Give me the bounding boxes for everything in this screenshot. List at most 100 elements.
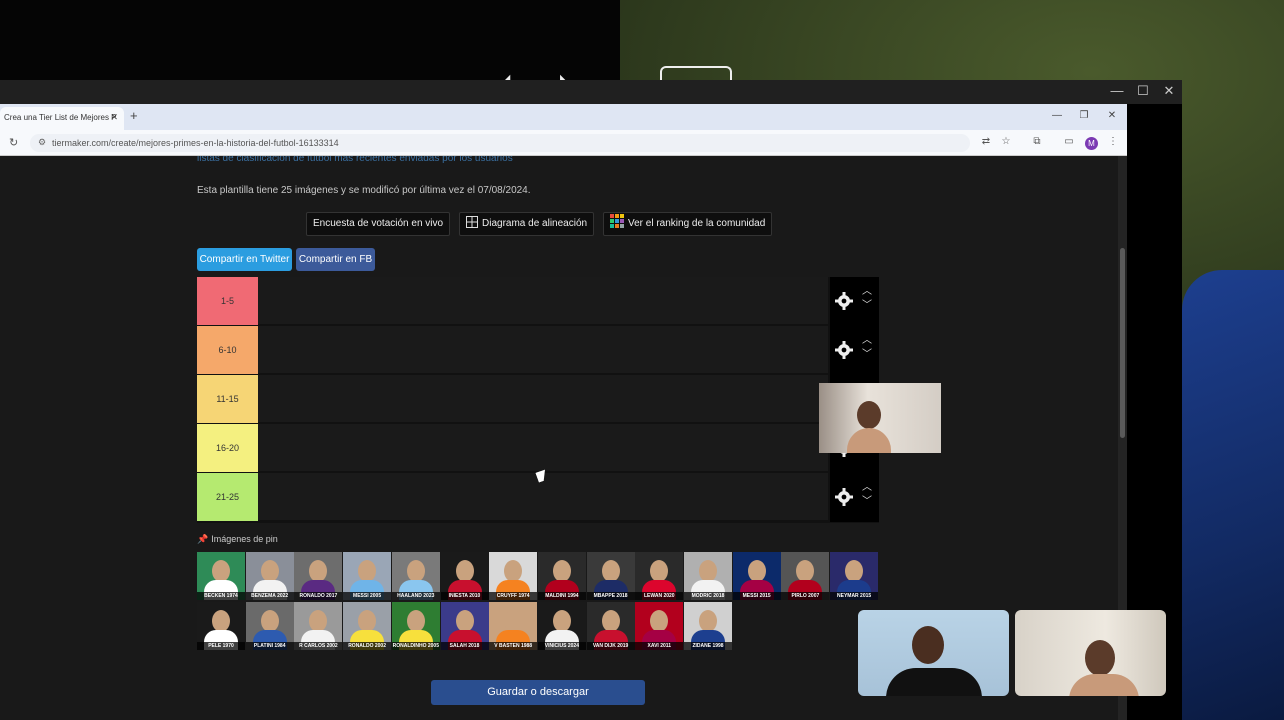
tier-controls: ︿﹀ [830,473,879,522]
gear-icon[interactable] [834,291,854,311]
translate-icon[interactable]: ⇄ [979,136,993,147]
player-card[interactable]: CRUYFF 1974 [489,552,538,600]
omnibox[interactable]: ⚙ tiermaker.com/create/mejores-primes-en… [30,134,970,152]
browser-minimize-icon[interactable]: — [1047,110,1067,121]
player-card[interactable]: LEWAN 2020 [635,552,684,600]
live-vote-button[interactable]: Encuesta de votación en vivo [306,212,451,236]
community-ranking-label: Ver el ranking de la comunidad [628,218,766,229]
player-card[interactable]: SALAH 2018 [440,602,489,650]
chevron-up-icon[interactable]: ︿ [861,285,873,299]
grid-icon [466,216,478,228]
share-twitter-button[interactable]: Compartir en Twitter [197,248,292,271]
tab-close-icon[interactable]: ✕ [110,112,118,123]
player-card[interactable]: MESSI 2005 [343,552,392,600]
player-head [699,610,717,632]
outer-window-titlebar: — ☐ ✕ [0,80,1182,104]
player-caption: MESSI 2015 [732,592,781,600]
tier-drop-zone[interactable] [258,375,828,423]
lineup-diagram-button[interactable]: Diagrama de alineación [459,212,595,236]
chevron-down-icon[interactable]: ﹀ [861,348,873,362]
outer-maximize-icon[interactable]: ☐ [1130,83,1156,99]
player-head [601,560,620,582]
save-download-button[interactable]: Guardar o descargar [431,680,645,705]
site-info-icon[interactable]: ⚙ [38,137,46,148]
outer-minimize-icon[interactable]: — [1104,83,1130,98]
chevron-up-icon[interactable]: ︿ [861,334,873,348]
chevron-up-icon[interactable]: ︿ [861,481,873,495]
live-vote-label: Encuesta de votación en vivo [313,218,444,229]
chevron-down-icon[interactable]: ﹀ [861,495,873,509]
tier-drop-zone[interactable] [258,277,828,325]
player-caption: INIESTA 2010 [440,592,489,600]
address-toolbar: ↻ ⚙ tiermaker.com/create/mejores-primes-… [0,130,1127,156]
tier-label[interactable]: 6-10 [197,326,258,374]
pin-images-label: Imágenes de pin [211,534,278,544]
player-caption: PLATINI 1984 [245,642,294,650]
tier-label[interactable]: 1-5 [197,277,258,325]
player-card[interactable]: PLATINI 1984 [245,602,294,650]
player-card[interactable]: PELE 1970 [197,602,245,650]
scrollbar-thumb[interactable] [1120,248,1125,438]
lineup-diagram-label: Diagrama de alineación [482,218,588,229]
player-caption: BECKEN 1974 [197,592,245,600]
reload-icon[interactable]: ↻ [9,136,18,149]
player-card[interactable]: NEYMAR 2015 [830,552,879,600]
cast-icon[interactable]: ▭ [1062,136,1076,147]
player-card[interactable]: RONALDINHO 2005 [391,602,440,650]
player-card[interactable]: RONALDO 2002 [343,602,392,650]
browser-close-icon[interactable]: ✕ [1102,110,1122,121]
player-card[interactable]: R CARLOS 2002 [294,602,343,650]
share-fb-button[interactable]: Compartir en FB [296,248,375,271]
player-card[interactable]: MODRIC 2018 [684,552,732,600]
player-card[interactable]: ZIDANE 1998 [684,602,732,650]
player-card[interactable]: MBAPPE 2018 [586,552,635,600]
player-card[interactable]: HAALAND 2023 [391,552,440,600]
player-card[interactable]: XAVI 2011 [635,602,684,650]
tab-title: Crea una Tier List de Mejores P [4,113,117,122]
tier-label[interactable]: 11-15 [197,375,258,423]
tier-drop-zone[interactable] [258,326,828,374]
tier-row: 6-10 ︿ ﹀ [197,326,879,375]
gear-icon[interactable] [834,487,854,507]
player-card[interactable]: MESSI 2015 [732,552,781,600]
profile-avatar[interactable]: M [1085,137,1098,150]
tier-label[interactable]: 16-20 [197,424,258,472]
player-card[interactable]: VINICIUS 2024 [537,602,586,650]
tier-drop-zone[interactable] [258,424,828,472]
player-card[interactable]: RONALDO 2017 [294,552,343,600]
background-jersey [1182,270,1284,720]
player-card[interactable]: BENZEMA 2022 [245,552,294,600]
community-ranking-button[interactable]: Ver el ranking de la comunidad [603,212,773,236]
player-caption: V BASTEN 1988 [489,642,538,650]
outer-close-icon[interactable]: ✕ [1156,83,1182,99]
tier-label[interactable]: 21-25 [197,473,258,521]
extensions-icon[interactable]: ⧉ [1030,136,1044,147]
chevron-down-icon[interactable]: ﹀ [861,299,873,313]
recent-lists-link[interactable]: listas de clasificación de fútbol más re… [197,156,513,164]
player-caption: NEYMAR 2015 [830,592,879,600]
player-card[interactable]: MALDINI 1994 [537,552,586,600]
player-caption: R CARLOS 2002 [294,642,343,650]
player-caption: HAALAND 2023 [391,592,440,600]
player-card[interactable]: BECKEN 1974 [197,552,245,600]
bookmark-star-icon[interactable]: ☆ [999,136,1013,147]
browser-restore-icon[interactable]: ❐ [1074,110,1094,121]
player-head [552,560,571,582]
player-card[interactable]: INIESTA 2010 [440,552,489,600]
menu-dots-icon[interactable]: ⋮ [1106,136,1120,147]
new-tab-icon[interactable]: + [130,108,138,123]
pin-icon: 📌 [197,534,209,544]
player-head [212,610,230,632]
tier-row: 16-20︿﹀ [197,424,879,473]
player-head [796,560,815,582]
browser-tab[interactable]: Crea una Tier List de Mejores P ✕ [0,107,124,130]
player-card[interactable]: V BASTEN 1988 [489,602,538,650]
player-card[interactable]: PIRLO 2007 [781,552,830,600]
webcam-overlay-2 [858,610,1009,696]
player-head [699,560,717,582]
player-card[interactable]: VAN DIJK 2019 [586,602,635,650]
tier-row: 1-5 ︿ ﹀ [197,277,879,326]
gear-icon[interactable] [834,340,854,360]
player-head [212,560,230,582]
tier-controls: ︿﹀ [830,277,879,326]
